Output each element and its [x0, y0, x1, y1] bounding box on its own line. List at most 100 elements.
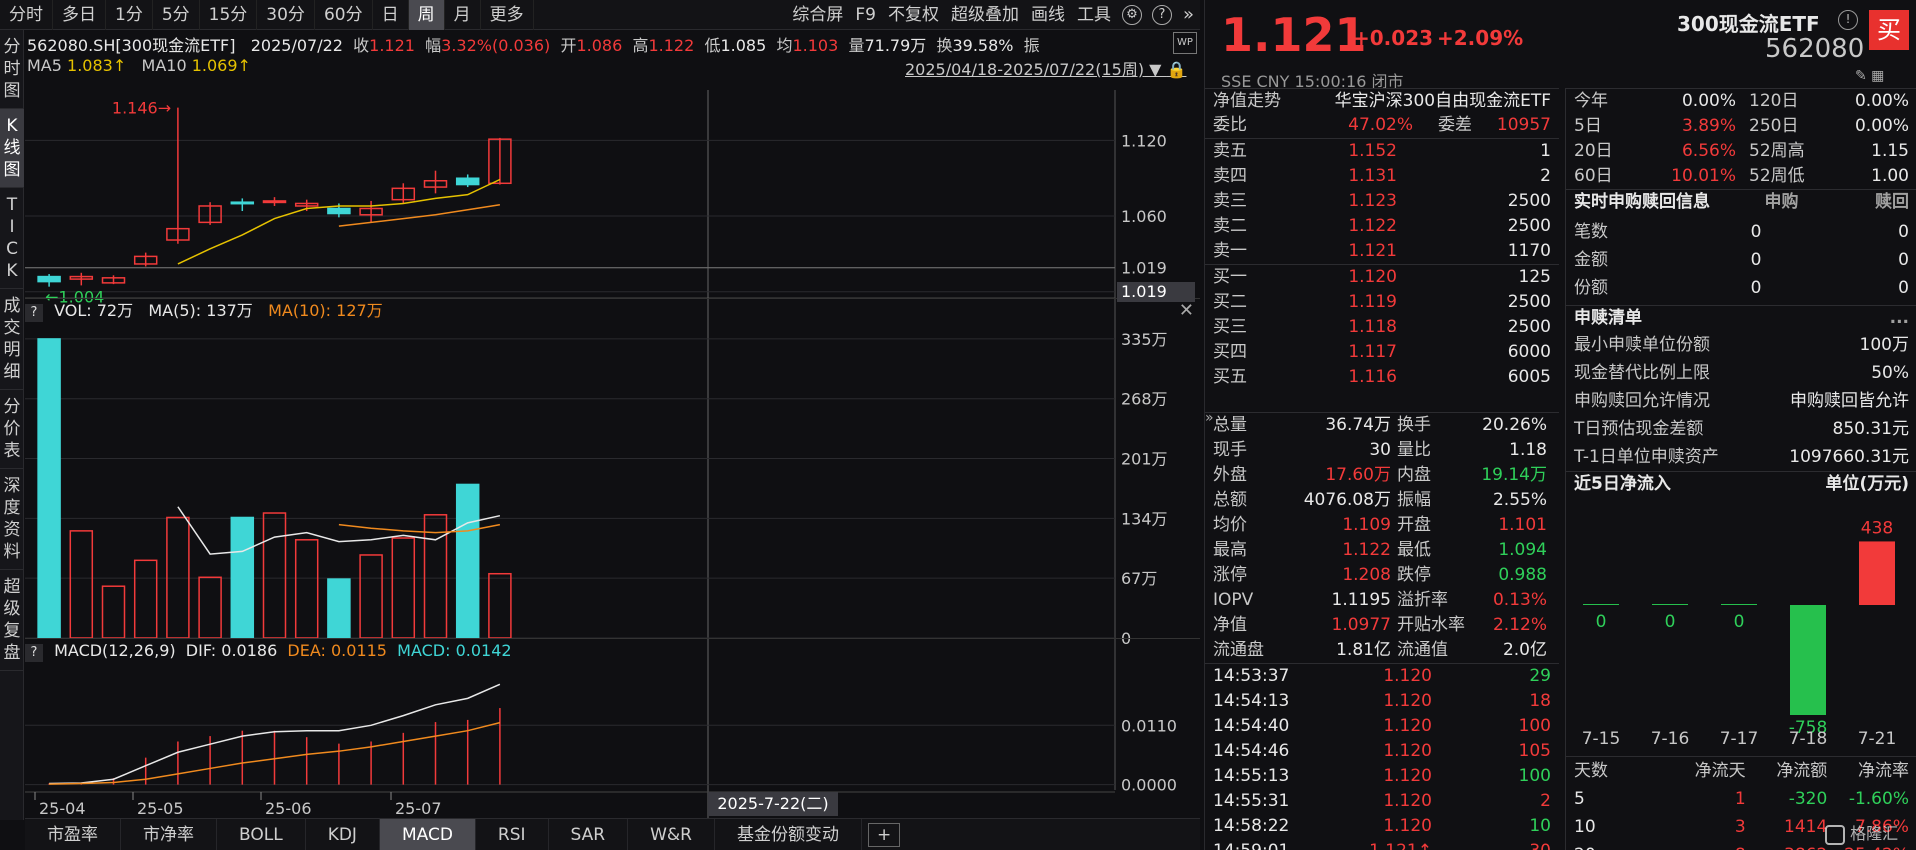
indicator-tab-2[interactable]: BOLL	[217, 818, 306, 850]
bid-label: 买二	[1213, 292, 1247, 312]
ask-row-0[interactable]: 卖五 1.152 1	[1205, 139, 1559, 164]
period-tab-10[interactable]: 更多	[481, 0, 534, 30]
ask-row-1[interactable]: 卖四 1.131 2	[1205, 164, 1559, 189]
left-nav-item-1[interactable]: K线图	[0, 109, 24, 188]
netflow-section: 近5日净流入 单位(万元) 0 7-15 0 7-16 0 7-17 -758 7-18 438…	[1566, 471, 1916, 850]
bid-row-4[interactable]: 买五 1.116 6005	[1205, 365, 1559, 390]
ask-price: 1.131	[1348, 166, 1397, 186]
period-tab-1[interactable]: 多日	[53, 0, 106, 30]
settings-icon[interactable]: ⚙	[1121, 4, 1142, 25]
ask-volume: 2	[1540, 166, 1551, 186]
period-tab-6[interactable]: 60分	[315, 0, 373, 30]
toolbar-item-4[interactable]: 画线	[1025, 0, 1071, 30]
perf-row-1: 5日 3.89% 250日 0.00%	[1566, 114, 1916, 139]
indicator-tab-3[interactable]: KDJ	[306, 818, 380, 850]
indicator-tab-8[interactable]: 基金份额变动	[715, 818, 862, 850]
netflow-date-label: 7-21	[1858, 729, 1897, 749]
fund-name: 华宝沪深300自由现金流ETF	[1334, 91, 1551, 111]
help-icon[interactable]: ?	[1151, 4, 1172, 25]
ask-row-4[interactable]: 卖一 1.121 1170	[1205, 239, 1559, 264]
bid-label: 买三	[1213, 317, 1247, 337]
bid-row-0[interactable]: 买一 1.120 125	[1205, 265, 1559, 290]
toolbar-item-0[interactable]: 综合屏	[786, 0, 849, 30]
period-tab-7[interactable]: 日	[373, 0, 409, 30]
stat-label: 最低	[1397, 540, 1431, 560]
indicator-tabs: 市盈率 市净率 BOLL KDJ MACD RSI SAR W&R 基金份额变动 +	[25, 818, 1200, 850]
left-nav-item-4[interactable]: 分价表	[0, 390, 24, 469]
period-tab-9[interactable]: 月	[445, 0, 481, 30]
period-tab-8[interactable]: 周	[408, 0, 445, 30]
netflow-days: 5	[1574, 789, 1585, 809]
indicator-tab-5[interactable]: RSI	[476, 818, 549, 850]
perf-value: 0.00%	[1681, 91, 1736, 111]
price-tick-label: 1.060	[1121, 207, 1167, 226]
ask-row-2[interactable]: 卖三 1.123 2500	[1205, 189, 1559, 214]
expand-icon[interactable]: »	[1205, 410, 1215, 426]
tick-time: 14:58:22	[1213, 816, 1290, 836]
toolbar-item-3[interactable]: 超级叠加	[945, 0, 1025, 30]
period-tab-2[interactable]: 1分	[106, 0, 153, 30]
nav-row[interactable]: 净值走势 华宝沪深300自由现金流ETF	[1205, 88, 1559, 113]
netflow-amount: 3862	[1747, 841, 1827, 850]
bid-volume: 2500	[1507, 317, 1551, 337]
period-tab-0[interactable]: 分时	[0, 0, 53, 30]
x-tick-label: 25-05	[137, 799, 184, 818]
perf-row-3: 60日 10.01% 52周低 1.00	[1566, 164, 1916, 189]
tick-time: 14:54:40	[1213, 716, 1290, 736]
toolbar-item-2[interactable]: 不复权	[882, 0, 945, 30]
toolbar-item-5[interactable]: 工具	[1071, 0, 1117, 30]
toolbar-icons[interactable]: ✎ ▦	[1855, 68, 1884, 84]
kline-chart-svg[interactable]: 1.1201.0601.0191.0001.146→←1.004335万268万…	[25, 30, 1200, 820]
buy-button[interactable]: 买	[1869, 10, 1909, 50]
watermark-text: 格隆汇	[1850, 824, 1899, 843]
indicator-tab-0[interactable]: 市盈率	[25, 818, 121, 850]
bid-row-1[interactable]: 买二 1.119 2500	[1205, 290, 1559, 315]
close-panel-icon[interactable]: ✕	[1179, 299, 1194, 323]
stats-table: 总量 36.74万 换手 20.26% 现手 30 量比 1.18 外盘 17.60万 内盘 19.1…	[1205, 412, 1559, 663]
realtime-title: 实时申购赎回信息	[1574, 192, 1710, 212]
period-tab-3[interactable]: 5分	[153, 0, 200, 30]
macd-help-icon[interactable]: ?	[25, 644, 43, 662]
bid-row-3[interactable]: 买四 1.117 6000	[1205, 340, 1559, 365]
x-tick-label: 25-07	[395, 799, 442, 818]
indicator-tab-7[interactable]: W&R	[628, 818, 715, 850]
add-tab-button[interactable]: +	[868, 822, 901, 847]
macd-dif-text: DIF: 0.0186	[185, 641, 278, 660]
candle-body	[327, 207, 351, 215]
weibi-label: 委比	[1213, 115, 1247, 135]
bid-row-2[interactable]: 买三 1.118 2500	[1205, 315, 1559, 340]
cursor-price-marker: 1.019	[1117, 282, 1195, 302]
perf-label: 20日	[1574, 141, 1613, 161]
ask-row-3[interactable]: 卖二 1.122 2500	[1205, 214, 1559, 239]
left-nav-item-6[interactable]: 超级复盘	[0, 570, 24, 671]
indicator-tab-6[interactable]: SAR	[549, 818, 629, 850]
left-nav-item-3[interactable]: 成交明细	[0, 289, 24, 390]
indicator-tab-4[interactable]: MACD	[379, 818, 476, 850]
left-nav-item-0[interactable]: 分时图	[0, 30, 24, 109]
info-icon[interactable]: !	[1838, 10, 1858, 30]
ask-volume: 2500	[1507, 191, 1551, 211]
tick-volume: 10	[1529, 816, 1551, 836]
left-nav-item-2[interactable]: TICK	[0, 188, 24, 289]
collapse-icon[interactable]: »	[1177, 0, 1200, 30]
netflow-date-label: 7-17	[1720, 729, 1759, 749]
netflow-date-label: 7-18	[1789, 729, 1828, 749]
redeem-more[interactable]: ...	[1890, 306, 1909, 331]
price-tick-label: 1.019	[1121, 259, 1167, 278]
netflow-col-head: 净流天	[1694, 761, 1746, 781]
toolbar-item-1[interactable]: F9	[849, 0, 882, 30]
stat-row-4: 均价 1.109 开盘 1.101	[1205, 513, 1559, 538]
period-tab-5[interactable]: 30分	[257, 0, 315, 30]
stat-row-1: 现手 30 量比 1.18	[1205, 438, 1559, 463]
stat-label: 换手	[1397, 415, 1431, 435]
perf-row-0: 今年 0.00% 120日 0.00%	[1566, 89, 1916, 114]
indicator-tab-1[interactable]: 市净率	[121, 818, 217, 850]
stat-label: 总量	[1213, 415, 1247, 435]
period-tab-4[interactable]: 15分	[200, 0, 258, 30]
stat-row-2: 外盘 17.60万 内盘 19.14万	[1205, 463, 1559, 488]
left-nav-item-5[interactable]: 深度资料	[0, 469, 24, 570]
netflow-value-label: 0	[1734, 612, 1745, 632]
stat-value: 1.101	[1498, 515, 1547, 535]
nav-label: 净值走势	[1213, 91, 1281, 111]
vol-help-icon[interactable]: ?	[25, 304, 43, 322]
